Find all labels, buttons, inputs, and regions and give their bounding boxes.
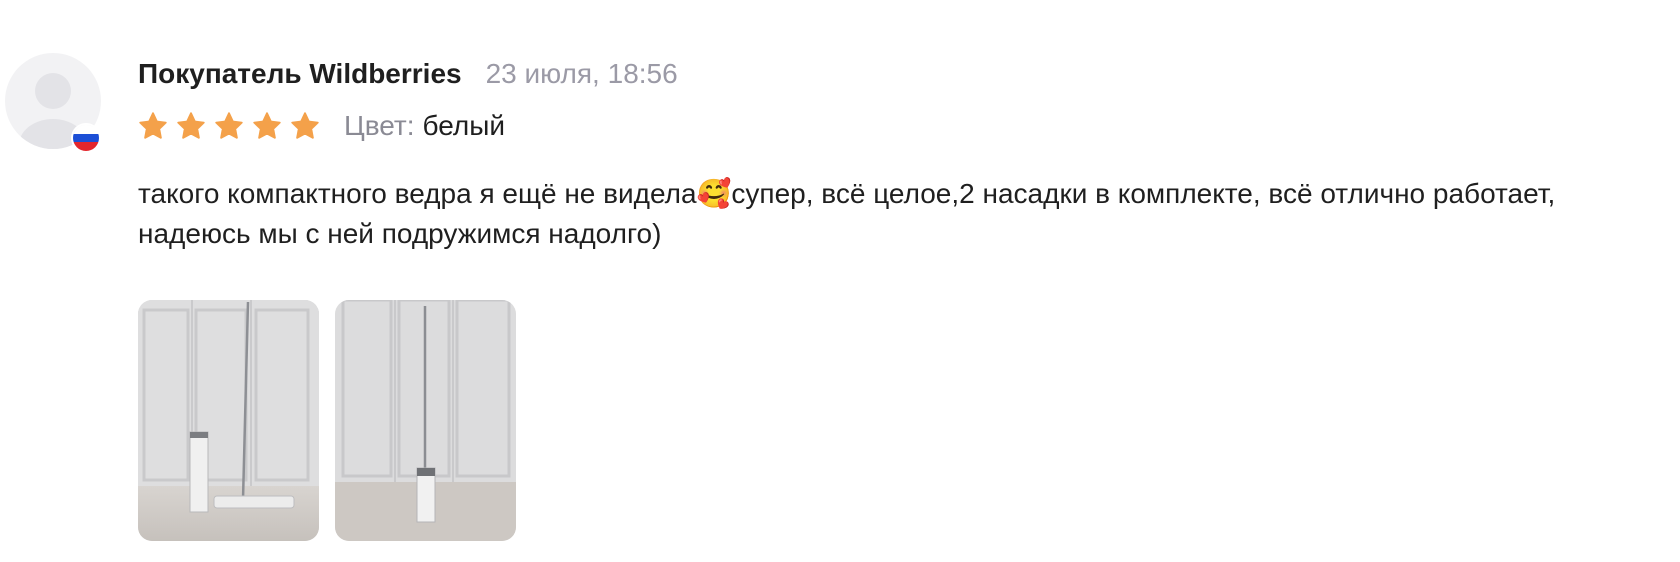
color-value: белый [422,110,505,141]
rating-row: Цвет: белый [138,110,505,142]
review-text: такого компактного ведра я ещё не видела… [138,178,1556,249]
avatar [5,53,101,153]
star-icon [214,111,244,141]
review-date: 23 июля, 18:56 [485,58,678,89]
star-rating [138,111,328,141]
review-photos [138,300,532,541]
review-card: Покупатель Wildberries 23 июля, 18:56 Цв… [0,0,1680,562]
review-photo-1[interactable] [138,300,319,541]
review-header: Покупатель Wildberries 23 июля, 18:56 [138,58,678,90]
review-photo-2[interactable] [335,300,516,541]
product-color: Цвет: белый [344,110,505,142]
star-icon [290,111,320,141]
author-name: Покупатель Wildberries [138,58,462,89]
color-label: Цвет: [344,110,415,141]
star-icon [252,111,282,141]
star-icon [176,111,206,141]
star-icon [138,111,168,141]
russia-flag-icon [71,123,101,153]
